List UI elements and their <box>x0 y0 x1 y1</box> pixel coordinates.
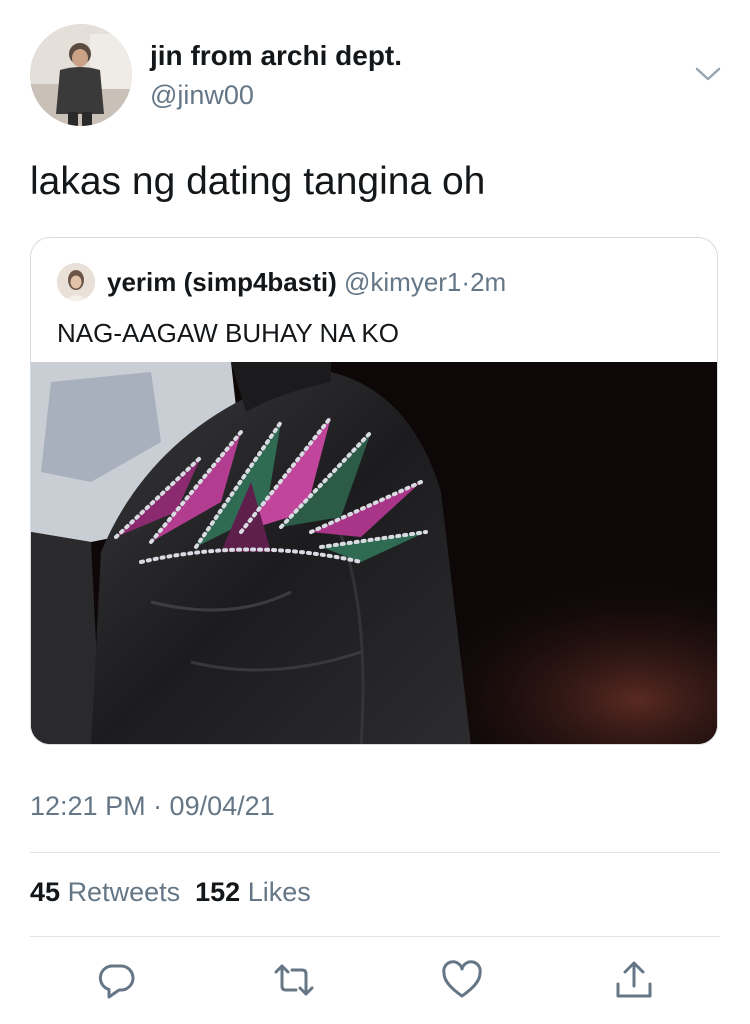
quoted-author-avatar[interactable] <box>57 263 95 301</box>
retweets-stat[interactable]: 45 Retweets <box>30 877 180 907</box>
quoted-author-name[interactable]: yerim (simp4basti) <box>107 267 337 297</box>
likes-count: 152 <box>195 877 241 907</box>
jacket-photo <box>31 362 717 744</box>
quoted-avatar-photo <box>57 263 95 301</box>
chevron-down-icon[interactable] <box>692 58 724 90</box>
quoted-tweet-header: yerim (simp4basti) @kimyer1·2m <box>107 267 506 298</box>
quoted-tweet-text: NAG-AAGAW BUHAY NA KO <box>57 318 399 348</box>
heart-icon[interactable] <box>440 958 484 1002</box>
quoted-tweet-time: 2m <box>470 267 507 297</box>
retweets-label: Retweets <box>67 877 181 907</box>
quoted-tweet-card[interactable]: yerim (simp4basti) @kimyer1·2m NAG-AAGAW… <box>30 237 718 745</box>
tweet-text: lakas ng dating tangina oh <box>30 160 486 203</box>
author-name[interactable]: jin from archi dept. <box>150 40 402 72</box>
author-avatar-photo <box>30 24 132 126</box>
tweet-stats: 45 Retweets 152 Likes <box>30 877 311 908</box>
author-avatar[interactable] <box>30 24 132 126</box>
quoted-author-handle[interactable]: @kimyer1 <box>344 267 461 297</box>
author-handle[interactable]: @jinw00 <box>150 80 254 111</box>
tweet-timestamp[interactable]: 12:21 PM · 09/04/21 <box>30 791 275 822</box>
likes-label: Likes <box>247 877 311 907</box>
quoted-tweet-photo[interactable] <box>31 362 717 744</box>
divider <box>30 936 720 937</box>
separator-dot: · <box>461 267 471 297</box>
retweet-icon[interactable] <box>272 958 316 1002</box>
divider <box>30 852 720 853</box>
retweets-count: 45 <box>30 877 61 907</box>
likes-stat[interactable]: 152 Likes <box>195 877 311 907</box>
reply-icon[interactable] <box>95 958 139 1002</box>
share-icon[interactable] <box>612 958 656 1002</box>
